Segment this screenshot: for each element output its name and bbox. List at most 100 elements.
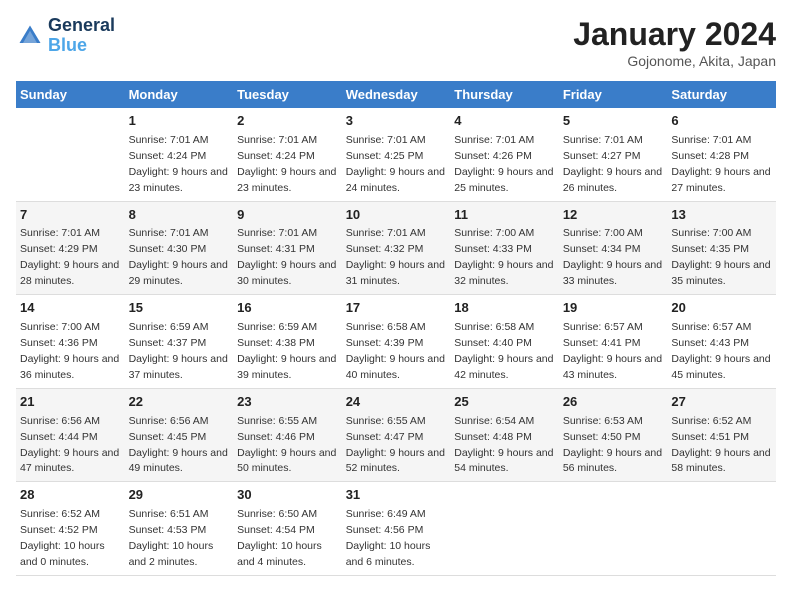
daylight-text: Daylight: 10 hours and 2 minutes. [129,540,214,568]
calendar-cell: 16Sunrise: 6:59 AMSunset: 4:38 PMDayligh… [233,295,342,389]
sunset-text: Sunset: 4:51 PM [671,431,749,443]
daylight-text: Daylight: 9 hours and 39 minutes. [237,353,336,381]
daylight-text: Daylight: 9 hours and 23 minutes. [129,166,228,194]
sunrise-text: Sunrise: 6:51 AM [129,508,209,520]
calendar-cell: 20Sunrise: 6:57 AMSunset: 4:43 PMDayligh… [667,295,776,389]
header-row: Sunday Monday Tuesday Wednesday Thursday… [16,81,776,108]
sunrise-text: Sunrise: 6:55 AM [346,415,426,427]
day-number: 4 [454,112,555,131]
sunset-text: Sunset: 4:34 PM [563,243,641,255]
sunrise-text: Sunrise: 6:56 AM [20,415,100,427]
calendar-week-row: 14 Sunrise: 7:00 AM Sunset: 4:36 PM Dayligh… [16,295,776,389]
day-number: 8 [129,206,230,225]
day-number: 3 [346,112,447,131]
calendar-cell: 2Sunrise: 7:01 AMSunset: 4:24 PMDaylight… [233,108,342,201]
day-number: 31 [346,486,447,505]
sunset-text: Sunset: 4:33 PM [454,243,532,255]
day-number: 14 [20,299,121,318]
sunrise-text: Sunrise: 6:49 AM [346,508,426,520]
calendar-cell: 15Sunrise: 6:59 AMSunset: 4:37 PMDayligh… [125,295,234,389]
daylight-text: Daylight: 9 hours and 54 minutes. [454,447,553,475]
calendar-week-row: 28Sunrise: 6:52 AMSunset: 4:52 PMDayligh… [16,482,776,576]
calendar-cell [667,482,776,576]
sunset-text: Sunset: 4:29 PM [20,243,98,255]
sunset-text: Sunset: 4:40 PM [454,337,532,349]
sunrise-text: Sunrise: 6:54 AM [454,415,534,427]
logo-text: GeneralBlue [48,16,115,56]
calendar-cell: 26Sunrise: 6:53 AMSunset: 4:50 PMDayligh… [559,388,668,482]
daylight-text: Daylight: 9 hours and 49 minutes. [129,447,228,475]
day-number: 11 [454,206,555,225]
daylight-text: Daylight: 9 hours and 56 minutes. [563,447,662,475]
sunrise-text: Sunrise: 7:00 AM [671,227,751,239]
daylight-text: Daylight: 9 hours and 30 minutes. [237,259,336,287]
day-number: 21 [20,393,121,412]
daylight-text: Daylight: 9 hours and 24 minutes. [346,166,445,194]
sunrise-text: Sunrise: 6:58 AM [454,321,534,333]
daylight-text: Daylight: 9 hours and 25 minutes. [454,166,553,194]
day-number: 27 [671,393,772,412]
sunrise-text: Sunrise: 7:00 AM [20,321,100,333]
daylight-text: Daylight: 9 hours and 43 minutes. [563,353,662,381]
daylight-text: Daylight: 9 hours and 27 minutes. [671,166,770,194]
calendar-cell: 1Sunrise: 7:01 AMSunset: 4:24 PMDaylight… [125,108,234,201]
sunset-text: Sunset: 4:54 PM [237,524,315,536]
daylight-text: Daylight: 9 hours and 36 minutes. [20,353,119,381]
sunrise-text: Sunrise: 6:59 AM [129,321,209,333]
calendar-cell: 22Sunrise: 6:56 AMSunset: 4:45 PMDayligh… [125,388,234,482]
calendar-cell: 19Sunrise: 6:57 AMSunset: 4:41 PMDayligh… [559,295,668,389]
sunrise-text: Sunrise: 6:58 AM [346,321,426,333]
calendar-cell: 31Sunrise: 6:49 AMSunset: 4:56 PMDayligh… [342,482,451,576]
sunrise-text: Sunrise: 7:01 AM [237,134,317,146]
calendar-cell: 25Sunrise: 6:54 AMSunset: 4:48 PMDayligh… [450,388,559,482]
sunset-text: Sunset: 4:24 PM [237,150,315,162]
day-number: 6 [671,112,772,131]
col-tuesday: Tuesday [233,81,342,108]
calendar-cell: 13Sunrise: 7:00 AMSunset: 4:35 PMDayligh… [667,201,776,295]
sunset-text: Sunset: 4:45 PM [129,431,207,443]
logo-icon [16,22,44,50]
calendar-cell: 14 Sunrise: 7:00 AM Sunset: 4:36 PM Dayligh… [16,295,125,389]
daylight-text: Daylight: 9 hours and 31 minutes. [346,259,445,287]
calendar-cell [559,482,668,576]
sunset-text: Sunset: 4:27 PM [563,150,641,162]
sunset-text: Sunset: 4:53 PM [129,524,207,536]
calendar-cell: 24Sunrise: 6:55 AMSunset: 4:47 PMDayligh… [342,388,451,482]
day-number: 2 [237,112,338,131]
day-number: 1 [129,112,230,131]
daylight-text: Daylight: 9 hours and 35 minutes. [671,259,770,287]
sunrise-text: Sunrise: 7:01 AM [20,227,100,239]
day-number: 22 [129,393,230,412]
sunset-text: Sunset: 4:36 PM [20,337,98,349]
day-number: 30 [237,486,338,505]
day-number: 10 [346,206,447,225]
sunset-text: Sunset: 4:38 PM [237,337,315,349]
logo: GeneralBlue [16,16,115,56]
sunset-text: Sunset: 4:28 PM [671,150,749,162]
daylight-text: Daylight: 9 hours and 29 minutes. [129,259,228,287]
sunset-text: Sunset: 4:48 PM [454,431,532,443]
calendar-table: Sunday Monday Tuesday Wednesday Thursday… [16,81,776,576]
daylight-text: Daylight: 9 hours and 40 minutes. [346,353,445,381]
day-number: 29 [129,486,230,505]
sunset-text: Sunset: 4:50 PM [563,431,641,443]
sunrise-text: Sunrise: 7:01 AM [346,134,426,146]
sunrise-text: Sunrise: 7:01 AM [346,227,426,239]
daylight-text: Daylight: 9 hours and 50 minutes. [237,447,336,475]
day-number: 5 [563,112,664,131]
col-thursday: Thursday [450,81,559,108]
day-number: 16 [237,299,338,318]
day-number: 18 [454,299,555,318]
col-wednesday: Wednesday [342,81,451,108]
calendar-cell: 28Sunrise: 6:52 AMSunset: 4:52 PMDayligh… [16,482,125,576]
calendar-cell: 12Sunrise: 7:00 AMSunset: 4:34 PMDayligh… [559,201,668,295]
day-number: 7 [20,206,121,225]
calendar-cell: 27Sunrise: 6:52 AMSunset: 4:51 PMDayligh… [667,388,776,482]
day-number: 15 [129,299,230,318]
sunset-text: Sunset: 4:39 PM [346,337,424,349]
daylight-text: Daylight: 9 hours and 58 minutes. [671,447,770,475]
daylight-text: Daylight: 9 hours and 45 minutes. [671,353,770,381]
calendar-cell: 17Sunrise: 6:58 AMSunset: 4:39 PMDayligh… [342,295,451,389]
sunset-text: Sunset: 4:47 PM [346,431,424,443]
daylight-text: Daylight: 9 hours and 26 minutes. [563,166,662,194]
